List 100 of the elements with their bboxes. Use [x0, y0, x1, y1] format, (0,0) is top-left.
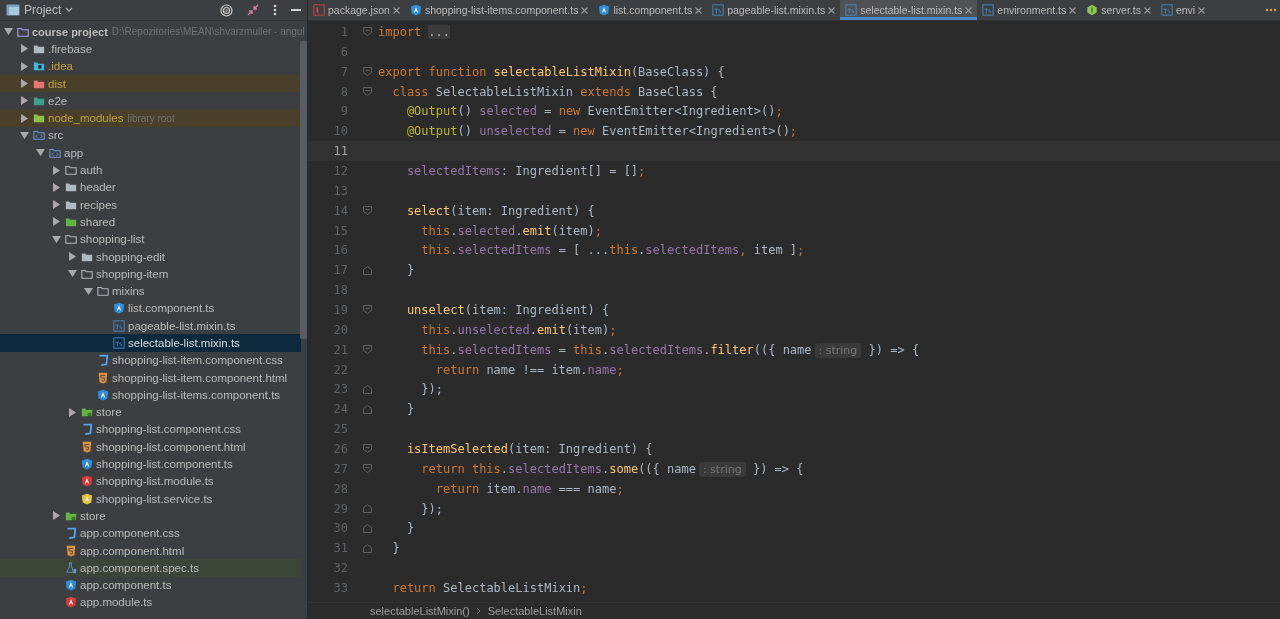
tree-item[interactable]: pageable-list.mixin.ts: [0, 317, 301, 335]
editor-tab[interactable]: pageable-list.mixin.ts: [707, 0, 841, 20]
collapsed-arrow-icon[interactable]: [19, 79, 29, 89]
close-icon[interactable]: [1069, 6, 1077, 14]
collapsed-arrow-icon[interactable]: [19, 96, 29, 106]
more-options-icon[interactable]: [273, 4, 277, 16]
expanded-arrow-icon[interactable]: [67, 269, 77, 279]
expanded-arrow-icon[interactable]: [3, 27, 13, 37]
scrollbar-thumb[interactable]: [300, 41, 307, 339]
tree-item[interactable]: selectable-list.mixin.ts: [0, 334, 301, 352]
expanded-arrow-icon[interactable]: [51, 234, 61, 244]
tree-item[interactable]: .idea: [0, 57, 301, 75]
editor-tab[interactable]: selectable-list.mixin.ts: [840, 0, 978, 20]
more-tabs-icon[interactable]: [1265, 8, 1277, 12]
fold-end-icon[interactable]: [362, 523, 372, 533]
tree-item[interactable]: app.module.ts: [0, 593, 301, 612]
collapsed-arrow-icon[interactable]: [51, 511, 61, 521]
collapse-all-icon[interactable]: [247, 4, 259, 16]
close-icon[interactable]: [1198, 6, 1206, 14]
test-flask-icon: [65, 561, 77, 574]
angular-file-icon: [97, 388, 109, 401]
close-icon[interactable]: [695, 6, 703, 14]
close-icon[interactable]: [392, 6, 400, 14]
tree-item[interactable]: app.component.css: [0, 524, 301, 542]
tree-item[interactable]: app.component.html: [0, 541, 301, 560]
collapsed-arrow-icon[interactable]: [51, 217, 61, 227]
typescript-file-icon: [982, 4, 995, 16]
tree-item[interactable]: mixins: [0, 282, 301, 300]
tree-item[interactable]: app: [0, 144, 301, 162]
fold-marker-icon[interactable]: [362, 345, 372, 355]
tree-item[interactable]: auth: [0, 161, 301, 179]
tree-item[interactable]: store: [0, 507, 301, 525]
fold-marker-icon[interactable]: [362, 305, 372, 315]
breadcrumb[interactable]: SelectableListMixin: [487, 605, 582, 617]
tree-item[interactable]: e2e: [0, 92, 301, 110]
tree-item-label: shopping-edit: [96, 250, 166, 263]
tree-item[interactable]: shopping-list-items.component.ts: [0, 386, 301, 404]
tab-label: selectable-list.mixin.ts: [860, 4, 963, 16]
tree-item[interactable]: shopping-list-item.component.css: [0, 351, 301, 369]
collapsed-arrow-icon[interactable]: [67, 252, 77, 261]
editor-tab[interactable]: server.ts: [1081, 0, 1156, 20]
close-icon[interactable]: [965, 6, 973, 14]
editor-tab[interactable]: package.json: [308, 0, 405, 20]
tree-item[interactable]: shopping-edit: [0, 247, 301, 266]
tree-item[interactable]: app.component.spec.ts: [0, 559, 301, 577]
tree-item[interactable]: list.component.ts: [0, 299, 301, 318]
fold-end-icon[interactable]: [362, 543, 372, 553]
editor-tab[interactable]: shopping-list-items.component.ts: [404, 0, 594, 20]
collapsed-arrow-icon[interactable]: [51, 182, 61, 192]
tree-item[interactable]: dist: [0, 74, 301, 93]
collapsed-arrow-icon[interactable]: [19, 44, 29, 54]
tree-item[interactable]: shopping-list.module.ts: [0, 472, 301, 490]
tree-item[interactable]: shopping-list.component.ts: [0, 455, 301, 473]
fold-end-icon[interactable]: [362, 384, 372, 394]
tree-item[interactable]: shopping-list: [0, 230, 301, 248]
expanded-arrow-icon[interactable]: [19, 130, 29, 140]
collapsed-arrow-icon[interactable]: [51, 200, 61, 210]
collapsed-arrow-icon[interactable]: [67, 407, 77, 417]
fold-marker-icon[interactable]: [362, 27, 372, 37]
tree-item[interactable]: shared: [0, 213, 301, 231]
fold-marker-icon[interactable]: [362, 464, 372, 474]
tree-item[interactable]: app.component.ts: [0, 576, 301, 594]
code-line: return this.selectedItems.some(({ name : string }) => {: [420, 461, 804, 476]
fold-end-icon[interactable]: [362, 504, 372, 514]
fold-marker-icon[interactable]: [362, 67, 372, 77]
tree-item[interactable]: recipes: [0, 195, 301, 214]
close-icon[interactable]: [1143, 6, 1151, 14]
tree-item[interactable]: shopping-item: [0, 265, 301, 283]
collapsed-arrow-icon[interactable]: [51, 165, 61, 175]
expanded-arrow-icon[interactable]: [83, 286, 93, 296]
editor-tab[interactable]: envi: [1155, 0, 1211, 20]
editor-tab[interactable]: environment.ts: [977, 0, 1082, 20]
tree-item[interactable]: src: [0, 126, 301, 145]
tab-label: envi: [1175, 4, 1196, 16]
editor-tab[interactable]: list.component.ts: [593, 0, 708, 20]
collapsed-arrow-icon[interactable]: [19, 113, 29, 123]
tree-item[interactable]: shopping-list.component.css: [0, 420, 301, 439]
fold-marker-icon[interactable]: [362, 87, 372, 96]
close-icon[interactable]: [581, 6, 589, 14]
expanded-arrow-icon[interactable]: [35, 148, 45, 158]
tree-item[interactable]: shopping-list.service.ts: [0, 490, 301, 508]
line-number: 15: [332, 223, 348, 238]
tree-item-label: src: [48, 129, 64, 142]
minimize-icon[interactable]: [291, 8, 301, 12]
project-view-selector[interactable]: Project: [6, 3, 74, 17]
target-icon[interactable]: [220, 3, 233, 17]
fold-end-icon[interactable]: [362, 265, 372, 275]
fold-marker-icon[interactable]: [362, 206, 372, 216]
tree-item[interactable]: .firebase: [0, 40, 301, 58]
fold-end-icon[interactable]: [362, 404, 372, 414]
fold-marker-icon[interactable]: [362, 444, 372, 454]
close-icon[interactable]: [828, 6, 836, 14]
breadcrumb[interactable]: selectableListMixin(): [370, 605, 470, 617]
collapsed-arrow-icon[interactable]: [19, 61, 29, 71]
tree-item[interactable]: node_modules library root: [0, 109, 301, 127]
tab-label: pageable-list.mixin.ts: [727, 4, 826, 16]
tree-item[interactable]: header: [0, 178, 301, 196]
tree-item[interactable]: shopping-list-item.component.html: [0, 368, 301, 387]
tree-item[interactable]: store: [0, 403, 301, 421]
tree-item[interactable]: shopping-list.component.html: [0, 438, 301, 456]
